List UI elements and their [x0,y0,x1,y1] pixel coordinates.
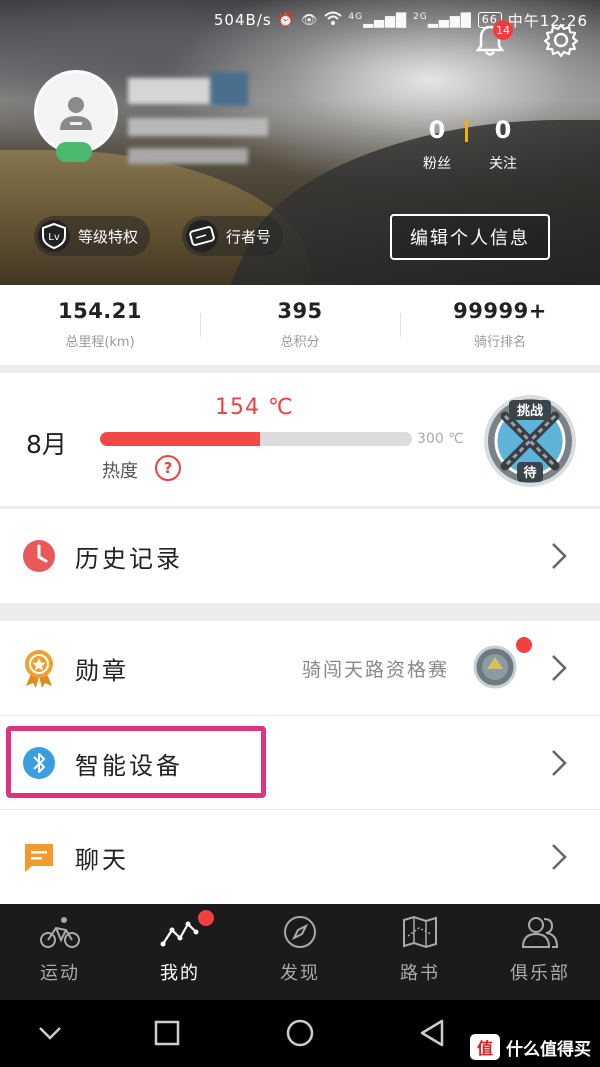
stats-row: 154.21 总里程(km) 395 总积分 99999+ 骑行排名 [0,285,600,365]
tab-label: 俱乐部 [510,963,570,984]
username-blurred [128,78,218,104]
tab-label: 发现 [280,963,320,984]
default-user-icon [60,97,92,130]
settings-gear-icon[interactable] [543,22,579,58]
wifi-icon [324,11,343,29]
stat-ride-ranking[interactable]: 99999+ 骑行排名 [400,285,600,365]
chevron-down-icon[interactable] [33,1016,67,1050]
svg-text:Lv: Lv [48,232,60,243]
stat-label: 总积分 [280,335,320,350]
heat-label: 热度 [102,461,138,482]
medal-label: 勋章 [75,656,129,685]
svg-text:挑战: 挑战 [517,403,543,419]
tab-sport[interactable]: 运动 [0,904,120,1000]
heat-max: 300 ℃ [417,431,464,447]
rider-id-label: 行者号 [226,227,272,246]
chat-icon [25,844,53,872]
tab-route-book[interactable]: 路书 [360,904,480,1000]
challenge-badge-icon[interactable]: 挑战 待 [483,394,577,488]
signal-4g-icon: 4G▂▄▆█ [348,11,408,29]
watermark: 值 什么值得买 [470,1034,591,1060]
help-question-icon[interactable]: ? [155,455,181,481]
fans-label: 粉丝 [423,156,451,172]
bottom-tab-bar: 运动 我的 发现 路书 俱乐部 [0,904,600,1000]
stat-value: 99999+ [453,299,547,323]
stat-divider [465,120,468,142]
fans-count[interactable]: 0 [412,116,462,144]
medal-notification-dot [516,637,532,653]
tab-label: 路书 [400,963,440,984]
history-label: 历史记录 [75,544,183,573]
smart-device-label: 智能设备 [75,751,183,780]
tab-discover[interactable]: 发现 [240,904,360,1000]
header-background-road [213,120,600,285]
stat-total-distance[interactable]: 154.21 总里程(km) [0,285,200,365]
compass-icon [284,916,316,948]
clock-icon [23,540,55,572]
heat-progress-bar [100,432,412,446]
status-bar: 504B/s ⏰ 👁 4G▂▄▆█ 2G▂▄▆█ 66 中午12:26 [214,8,588,32]
ticket-icon [186,220,218,252]
chat-label: 聊天 [75,845,129,874]
username-blurred-accent [210,72,248,106]
menu-row-medals[interactable]: 勋章 骑闯天路资格赛 [0,621,600,715]
chevron-right-icon [552,655,567,681]
heat-month: 8月 [26,430,67,459]
follow-label: 关注 [489,156,517,172]
user-info-blurred [128,148,248,164]
heat-progress-fill [100,432,261,446]
recent-apps-icon[interactable] [150,1016,184,1050]
menu-row-chat[interactable]: 聊天 [0,810,600,904]
follow-count[interactable]: 0 [478,116,528,144]
stat-value: 395 [277,299,323,323]
level-privilege-button[interactable]: Lv 等级特权 [34,216,151,256]
edit-profile-button[interactable]: 编辑个人信息 [390,214,550,260]
medal-event-name: 骑闯天路资格赛 [302,658,450,681]
heat-value: 154 ℃ [215,395,294,420]
menu-row-history[interactable]: 历史记录 [0,509,600,603]
chevron-right-icon [552,543,567,569]
stat-total-points[interactable]: 395 总积分 [200,285,400,365]
eye-icon: 👁 [300,12,319,28]
tab-mine-notification-dot [198,910,214,926]
network-speed: 504B/s [213,11,272,29]
menu-row-smart-device[interactable]: 智能设备 [0,716,600,810]
event-medal-icon [473,645,517,689]
tab-label: 运动 [40,963,80,984]
svg-text:待: 待 [522,465,536,481]
watermark-logo: 值 [470,1034,500,1060]
stat-value: 154.21 [57,299,143,323]
rider-id-button[interactable]: 行者号 [182,216,284,256]
notification-badge: 14 [493,20,513,40]
bluetooth-icon [23,747,55,779]
bike-icon [40,917,80,948]
watermark-text: 什么值得买 [506,1039,591,1060]
stat-label: 骑行排名 [473,335,526,350]
chevron-right-icon [552,844,567,870]
signal-2g-icon: 2G▂▄▆█ [413,11,472,29]
alarm-icon: ⏰ [277,12,295,28]
user-signature-blurred [128,118,268,136]
stat-label: 总里程(km) [65,335,135,350]
tab-label: 我的 [160,963,200,984]
home-icon[interactable] [283,1016,317,1050]
user-level-badge [56,142,92,162]
level-privilege-label: 等级特权 [78,227,139,246]
medal-icon [25,650,53,688]
chevron-right-icon [552,750,567,776]
tab-club[interactable]: 俱乐部 [480,904,600,1000]
tab-mine[interactable]: 我的 [120,904,240,1000]
group-icon [521,917,559,948]
graph-icon [160,921,199,947]
back-icon[interactable] [416,1016,450,1050]
level-shield-icon: Lv [38,220,70,252]
map-icon [403,915,437,949]
